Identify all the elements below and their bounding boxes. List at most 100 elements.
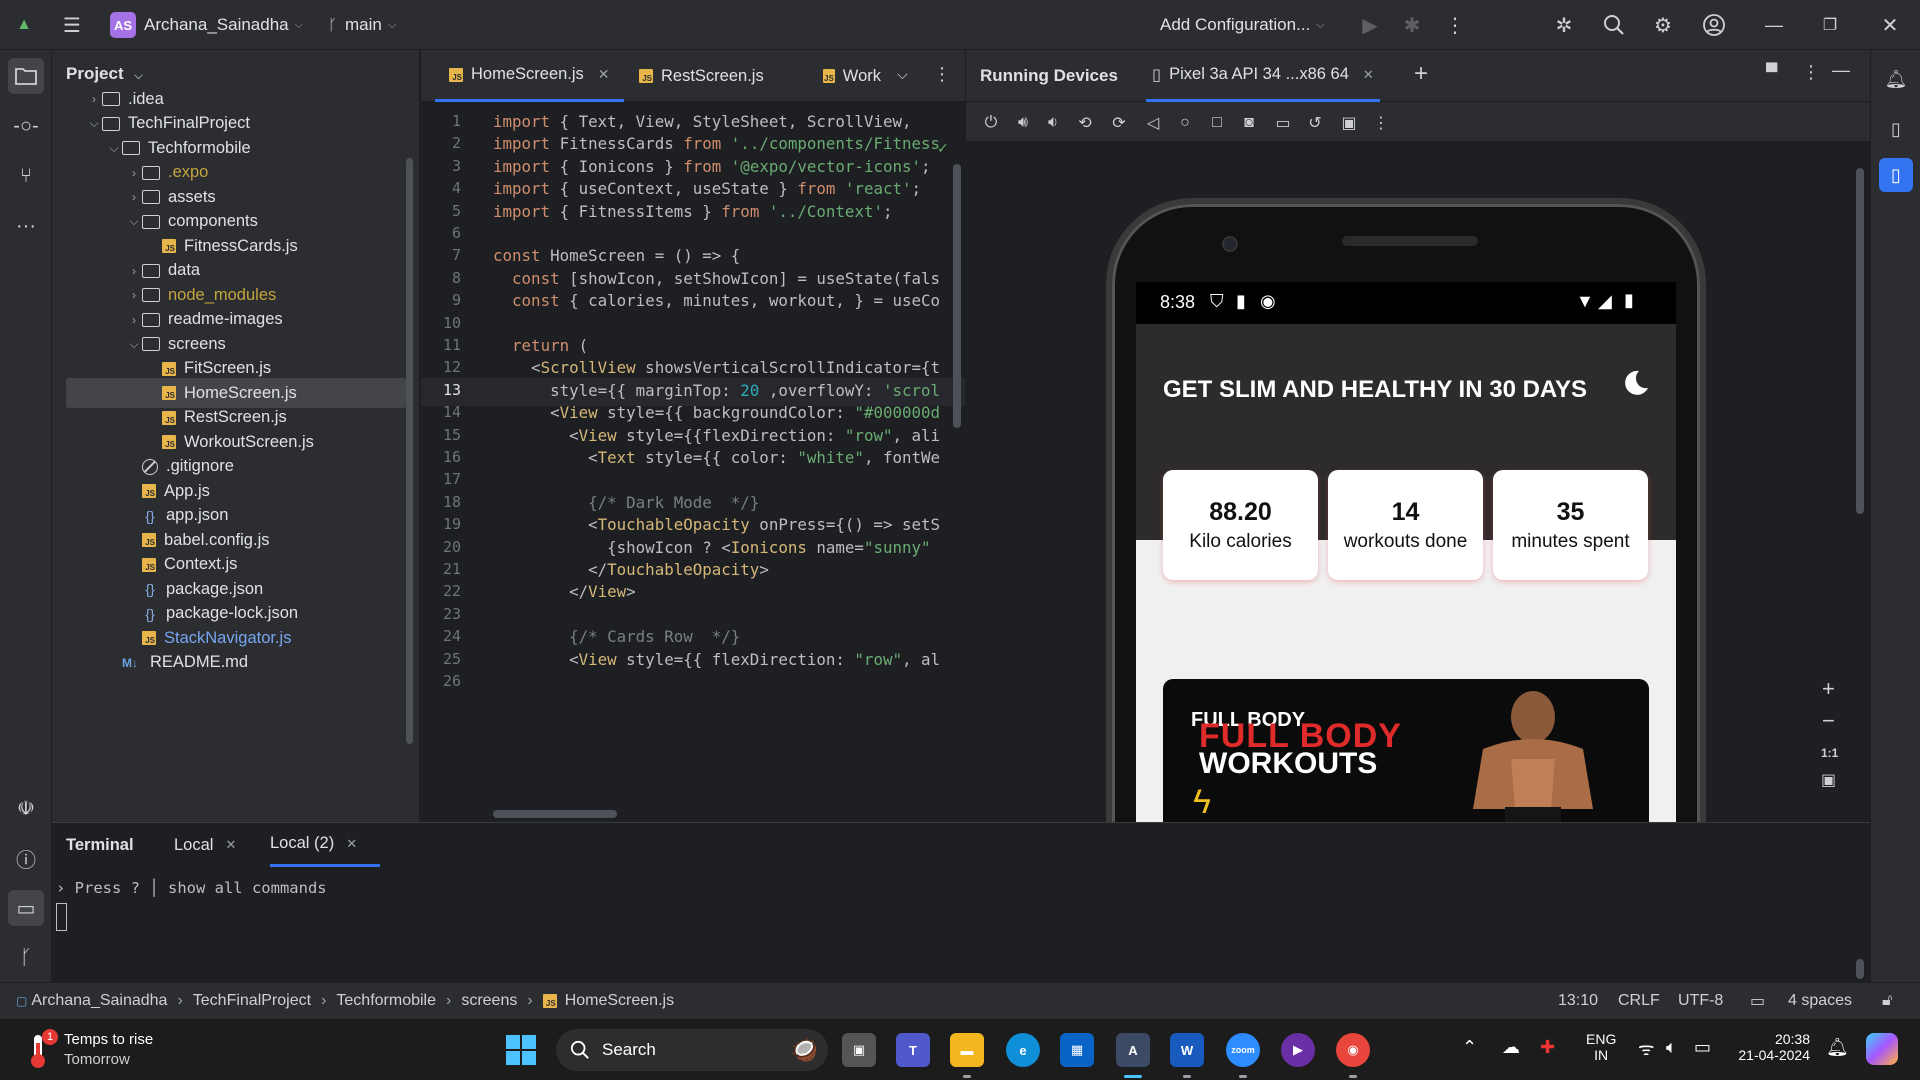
code-line[interactable]: {/* Cards Row */} xyxy=(493,627,740,646)
tab-list-chevron-icon[interactable]: ⌵ xyxy=(897,66,908,83)
project-tool-icon[interactable] xyxy=(8,58,44,94)
android-studio-taskbar-icon[interactable]: A xyxy=(1116,1033,1150,1067)
chevron-down-icon[interactable]: ⌵ xyxy=(126,214,142,229)
line-ending[interactable]: CRLF xyxy=(1618,983,1660,1019)
battery-icon[interactable]: ▭ xyxy=(1694,1037,1711,1058)
account-icon[interactable] xyxy=(1702,13,1726,37)
search-icon[interactable] xyxy=(1602,13,1626,37)
notifications-icon[interactable]: 🔔︎ xyxy=(1879,62,1913,96)
chevron-right-icon[interactable]: › xyxy=(126,288,142,302)
back-icon[interactable]: ◁ xyxy=(1142,112,1164,134)
project-panel-header[interactable]: Project ⌵ xyxy=(66,64,143,84)
main-menu-icon[interactable]: ☰ xyxy=(60,13,84,37)
code-line[interactable]: style={{ marginTop: 20 ,overflowY: 'scro… xyxy=(493,381,940,400)
close-tab-icon[interactable]: ✕ xyxy=(598,66,610,83)
overview-icon[interactable]: □ xyxy=(1206,112,1228,134)
code-line[interactable]: import { useContext, useState } from 're… xyxy=(493,179,921,198)
screen-record-icon[interactable]: ▭ xyxy=(1272,112,1294,134)
code-line[interactable]: import FitnessCards from '../components/… xyxy=(493,134,940,153)
code-line[interactable]: return ( xyxy=(493,336,588,355)
wifi-icon[interactable]: ᯤ xyxy=(1638,1037,1654,1061)
volume-icon[interactable]: 🔈︎ xyxy=(1666,1037,1677,1058)
zoom-icon[interactable]: zoom xyxy=(1226,1033,1260,1067)
lock-icon[interactable]: 🔓︎ xyxy=(1882,983,1892,1019)
code-line[interactable]: </View> xyxy=(493,582,636,601)
run-icon[interactable]: ▶ xyxy=(1358,13,1382,37)
windows-start-icon[interactable] xyxy=(506,1035,536,1065)
pull-requests-icon[interactable]: ⑂ xyxy=(8,158,44,194)
editor-horizontal-scrollbar[interactable] xyxy=(493,810,617,818)
cloud-icon[interactable]: ☁ xyxy=(1502,1037,1520,1058)
terminal-prompt[interactable]: › Press ? │ show all commands xyxy=(56,879,327,897)
snapshot-icon[interactable]: ↺ xyxy=(1304,112,1326,134)
minimize-window-icon[interactable]: — xyxy=(1762,13,1786,37)
code-line[interactable]: <View style={{flexDirection: "row", ali xyxy=(493,426,940,445)
weather-widget[interactable]: 1 xyxy=(22,1029,58,1071)
home-icon[interactable]: ○ xyxy=(1174,112,1196,134)
vcs-branch-selector[interactable]: ᚴ main ⌵ xyxy=(328,0,396,50)
chevron-right-icon[interactable]: › xyxy=(126,190,142,204)
code-line[interactable]: <TouchableOpacity onPress={() => setS xyxy=(493,515,940,534)
show-hidden-icons-icon[interactable]: ⌃ xyxy=(1462,1037,1477,1058)
dark-mode-moon-icon[interactable] xyxy=(1620,368,1650,403)
zoom-in-icon[interactable]: + xyxy=(1822,676,1835,702)
bug-icon[interactable]: ✲ xyxy=(1552,13,1576,37)
restore-window-icon[interactable]: ❐ xyxy=(1818,13,1842,37)
device-tab[interactable]: ▯ Pixel 3a API 34 ...x86 64 ✕ xyxy=(1146,50,1380,102)
breadcrumb-item[interactable]: HomeScreen.js xyxy=(565,992,674,1010)
caret-position[interactable]: 13:10 xyxy=(1558,983,1598,1019)
edge-icon[interactable]: e xyxy=(1006,1033,1040,1067)
chevron-down-icon[interactable]: ⌵ xyxy=(86,116,102,131)
store-icon[interactable]: ▦ xyxy=(1060,1033,1094,1067)
close-window-icon[interactable]: ✕ xyxy=(1878,13,1902,37)
debug-icon[interactable]: ✱ xyxy=(1400,13,1424,37)
taskbar-search-box[interactable]: Search 🥥 xyxy=(556,1029,828,1071)
language-indicator[interactable]: ENG IN xyxy=(1586,1031,1616,1063)
add-device-icon[interactable]: + xyxy=(1414,60,1428,88)
zoom-out-icon[interactable]: − xyxy=(1822,708,1835,734)
tab-restscreen[interactable]: JS RestScreen.js xyxy=(625,50,778,102)
code-line[interactable]: <View style={{ flexDirection: "row", al xyxy=(493,650,940,669)
indent-setting[interactable]: 4 spaces xyxy=(1788,983,1852,1019)
project-selector[interactable]: AS Archana_Sainadha ⌵ xyxy=(110,0,303,50)
tab-more-icon[interactable]: ⋮ xyxy=(933,64,951,85)
logcat-icon[interactable]: ☫ xyxy=(8,790,44,826)
teams-icon[interactable]: T xyxy=(896,1033,930,1067)
code-line[interactable]: <View style={{ backgroundColor: "#000000… xyxy=(493,403,940,422)
problems-icon[interactable]: ⓘ xyxy=(8,840,44,876)
media-player-icon[interactable]: ▶ xyxy=(1281,1033,1315,1067)
screenshot-icon[interactable]: ◙ xyxy=(1238,112,1260,134)
volume-up-icon[interactable]: 🔊︎ xyxy=(1012,112,1034,134)
commit-tool-icon[interactable]: -○- xyxy=(8,108,44,144)
hide-panel-icon[interactable]: — xyxy=(1832,60,1850,81)
layout-icon[interactable]: ▀ xyxy=(1766,64,1777,82)
rotate-right-icon[interactable]: ⟳ xyxy=(1108,112,1130,134)
more-tools-icon[interactable]: ··· xyxy=(8,208,44,244)
breadcrumb-item[interactable]: Archana_Sainadha xyxy=(31,992,167,1010)
clock[interactable]: 20:38 21-04-2024 xyxy=(1738,1031,1810,1063)
code-line[interactable]: const { calories, minutes, workout, } = … xyxy=(493,291,940,310)
close-tab-icon[interactable]: ✕ xyxy=(346,836,357,852)
zoom-actual-size[interactable]: 1:1 xyxy=(1821,746,1838,760)
terminal-tab-local[interactable]: Local ✕ xyxy=(174,823,236,867)
file-encoding[interactable]: UTF-8 xyxy=(1678,983,1723,1019)
device-mirror-icon[interactable]: ▣ xyxy=(1338,112,1360,134)
chevron-down-icon[interactable]: ⌵ xyxy=(126,337,142,352)
more-device-actions-icon[interactable]: ⋮ xyxy=(1370,112,1392,134)
code-line[interactable]: <Text style={{ color: "white", fontWe xyxy=(493,448,940,467)
tree-item[interactable]: M↓ README.md xyxy=(66,648,406,678)
tab-homescreen[interactable]: JS HomeScreen.js ✕ xyxy=(435,50,624,102)
code-line[interactable]: import { Text, View, StyleSheet, ScrollV… xyxy=(493,112,911,131)
code-line[interactable]: {/* Dark Mode */} xyxy=(493,493,759,512)
tab-workoutscreen[interactable]: JS Work xyxy=(809,50,889,102)
full-body-workout-card[interactable]: FULL BODY FULL BODY WORKOUTS ϟ xyxy=(1163,679,1649,822)
rotate-left-icon[interactable]: ⟲ xyxy=(1074,112,1096,134)
volume-down-icon[interactable]: 🔉︎ xyxy=(1042,112,1064,134)
code-line[interactable]: const HomeScreen = () => { xyxy=(493,246,740,265)
code-line[interactable]: {showIcon ? <Ionicons name="sunny" xyxy=(493,538,930,557)
code-line[interactable]: import { FitnessItems } from '../Context… xyxy=(493,202,893,221)
terminal-scrollbar[interactable] xyxy=(1856,959,1864,979)
security-icon[interactable]: ✚ xyxy=(1540,1037,1555,1058)
breadcrumb-item[interactable]: TechFinalProject xyxy=(193,992,311,1010)
word-icon[interactable]: W xyxy=(1170,1033,1204,1067)
